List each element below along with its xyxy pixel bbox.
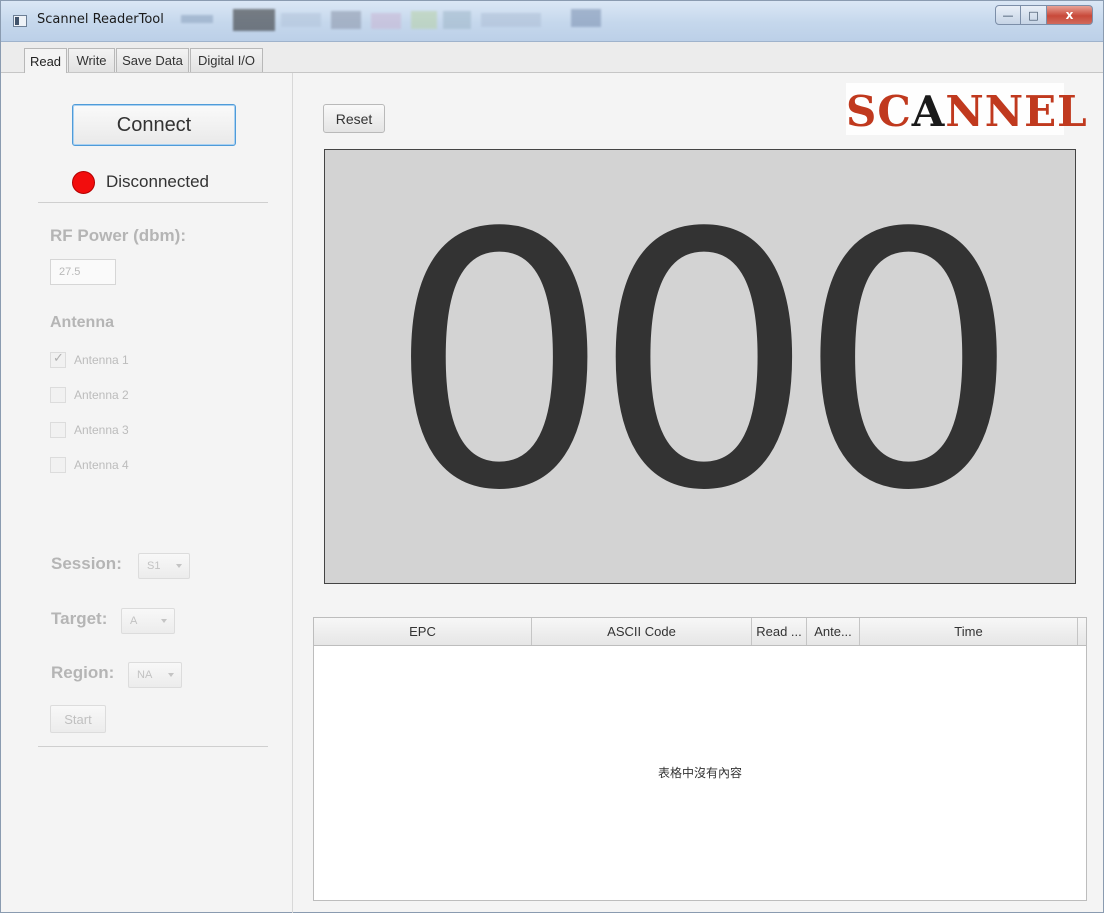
antenna-3-checkbox[interactable]: [50, 422, 66, 438]
minimize-button[interactable]: —: [995, 5, 1021, 25]
antenna-4-checkbox-row[interactable]: Antenna 4: [50, 456, 129, 474]
tab-write[interactable]: Write: [68, 48, 115, 72]
session-select-value: S1: [147, 560, 161, 572]
logo-text-a: A: [911, 87, 946, 136]
connection-status-indicator: [72, 171, 95, 194]
column-header-read-count[interactable]: Read ...: [752, 618, 807, 645]
column-header-time[interactable]: Time: [860, 618, 1078, 645]
column-header-ascii-code[interactable]: ASCII Code: [532, 618, 752, 645]
start-button[interactable]: Start: [50, 705, 106, 733]
app-window: Scannel ReaderTool — □ x Read Write Save…: [0, 0, 1104, 913]
column-header-antenna[interactable]: Ante...: [807, 618, 860, 645]
logo-text-part2: NNEL: [945, 87, 1088, 136]
settings-panel: Connect Disconnected RF Power (dbm): 27.…: [20, 73, 293, 913]
tab-bar: Read Write Save Data Digital I/O: [1, 42, 1103, 73]
close-button[interactable]: x: [1047, 5, 1093, 25]
chevron-down-icon: [176, 564, 182, 568]
table-empty-placeholder: 表格中沒有內容: [657, 766, 742, 780]
tab-digital-io[interactable]: Digital I/O: [190, 48, 263, 72]
divider: [38, 202, 268, 203]
session-select[interactable]: S1: [138, 553, 190, 579]
column-header-epc[interactable]: EPC: [314, 618, 532, 645]
target-label: Target:: [51, 609, 108, 628]
tab-save-data[interactable]: Save Data: [116, 48, 189, 72]
antenna-label: Antenna: [50, 314, 114, 331]
chevron-down-icon: [161, 619, 167, 623]
table-header: EPC ASCII Code Read ... Ante... Time: [314, 618, 1086, 646]
antenna-2-checkbox[interactable]: [50, 387, 66, 403]
antenna-2-checkbox-row[interactable]: Antenna 2: [50, 386, 129, 404]
window-title: Scannel ReaderTool: [37, 12, 164, 27]
divider: [38, 746, 268, 747]
reset-button[interactable]: Reset: [323, 104, 385, 133]
connect-button[interactable]: Connect: [72, 104, 236, 146]
title-bar[interactable]: Scannel ReaderTool — □ x: [1, 1, 1103, 42]
antenna-1-checkbox[interactable]: [50, 351, 66, 368]
scannel-logo: SCANNEL: [846, 83, 1087, 136]
read-counter-display: 000: [324, 149, 1076, 584]
region-select[interactable]: NA: [128, 662, 182, 688]
chevron-down-icon: [168, 673, 174, 677]
rf-power-label: RF Power (dbm):: [50, 226, 186, 245]
connection-status-text: Disconnected: [106, 172, 210, 191]
maximize-button[interactable]: □: [1021, 5, 1047, 25]
antenna-1-checkbox-row[interactable]: Antenna 1: [50, 351, 129, 369]
session-label: Session:: [51, 554, 122, 573]
tag-table[interactable]: EPC ASCII Code Read ... Ante... Time 表格中…: [313, 617, 1087, 901]
antenna-1-label: Antenna 1: [74, 353, 129, 367]
antenna-4-label: Antenna 4: [74, 458, 129, 472]
app-window-icon: [13, 15, 27, 27]
region-label: Region:: [51, 663, 115, 682]
title-bar-background-blur: [181, 9, 601, 31]
antenna-2-label: Antenna 2: [74, 388, 129, 402]
antenna-3-label: Antenna 3: [74, 423, 129, 437]
logo-text-part1: SC: [846, 87, 912, 136]
antenna-3-checkbox-row[interactable]: Antenna 3: [50, 421, 129, 439]
window-controls: — □ x: [995, 5, 1093, 27]
rf-power-input[interactable]: 27.5: [50, 259, 116, 285]
target-select[interactable]: A: [121, 608, 175, 634]
antenna-4-checkbox[interactable]: [50, 457, 66, 473]
tab-read[interactable]: Read: [24, 48, 67, 73]
read-counter-value: 000: [387, 158, 1020, 567]
region-select-value: NA: [137, 669, 153, 681]
target-select-value: A: [130, 615, 138, 627]
